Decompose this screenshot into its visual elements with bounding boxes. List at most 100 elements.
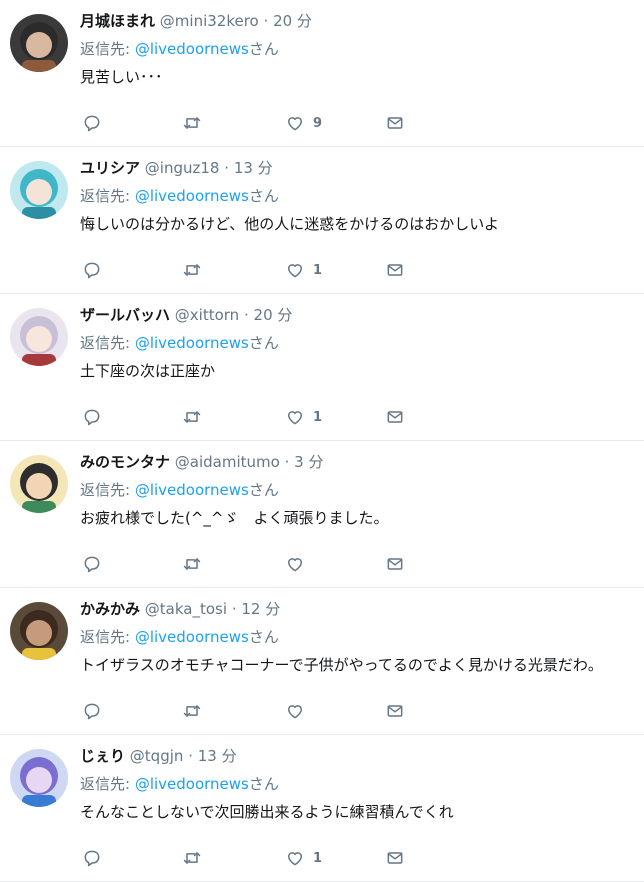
user-handle[interactable]: @tqgjn xyxy=(130,747,184,765)
display-name[interactable]: ユリシア xyxy=(80,159,140,177)
timestamp[interactable]: 20 分 xyxy=(254,306,293,324)
direct-message-button[interactable] xyxy=(385,553,405,575)
display-name[interactable]: じぇり xyxy=(80,747,125,765)
tweet-header: かみかみ @taka_tosi · 12 分 xyxy=(80,598,636,620)
display-name[interactable]: かみかみ xyxy=(80,600,140,618)
avatar[interactable] xyxy=(10,749,68,807)
tweet[interactable]: 月城ほまれ @mini32kero · 20 分 返信先: @livedoorn… xyxy=(0,0,644,147)
reply-handle-link[interactable]: @livedoornews xyxy=(135,187,249,205)
reply-icon xyxy=(84,850,100,867)
tweet[interactable]: みのモンタナ @aidamitumo · 3 分 返信先: @livedoorn… xyxy=(0,441,644,588)
reply-button[interactable] xyxy=(82,406,102,428)
tweet-header: みのモンタナ @aidamitumo · 3 分 xyxy=(80,451,636,473)
reply-button[interactable] xyxy=(82,259,102,281)
display-name[interactable]: ザールバッハ xyxy=(80,306,170,324)
direct-message-button[interactable] xyxy=(385,259,405,281)
retweet-button[interactable] xyxy=(182,112,202,134)
reply-prefix: 返信先: xyxy=(80,775,135,793)
reply-button[interactable] xyxy=(82,112,102,134)
reply-button[interactable] xyxy=(82,553,102,575)
display-name[interactable]: みのモンタナ xyxy=(80,453,170,471)
like-button[interactable]: 9 xyxy=(285,112,322,134)
tweet-text: 見苦しい･･･ xyxy=(80,68,163,86)
reply-context: 返信先: @livedoornewsさん xyxy=(80,38,636,60)
user-handle[interactable]: @inguz18 xyxy=(145,159,220,177)
tweet-actions: 1 xyxy=(80,406,440,428)
reply-suffix: さん xyxy=(248,187,279,205)
tweet-actions: 1 xyxy=(80,847,440,869)
reply-handle-link[interactable]: @livedoornews xyxy=(135,481,249,499)
tweet[interactable]: じぇり @tqgjn · 13 分 返信先: @livedoornewsさん そ… xyxy=(0,735,644,882)
retweet-button[interactable] xyxy=(182,847,202,869)
like-button[interactable]: 1 xyxy=(285,406,322,428)
tweet-text: 悔しいのは分かるけど、他の人に迷惑をかけるのはおかしいよ xyxy=(80,215,499,233)
avatar[interactable] xyxy=(10,602,68,660)
reply-handle-link[interactable]: @livedoornews xyxy=(135,40,249,58)
tweet-actions xyxy=(80,553,440,575)
tweet[interactable]: かみかみ @taka_tosi · 12 分 返信先: @livedoornew… xyxy=(0,588,644,735)
direct-message-button[interactable] xyxy=(385,112,405,134)
display-name[interactable]: 月城ほまれ xyxy=(80,12,155,30)
timestamp[interactable]: 12 分 xyxy=(241,600,280,618)
tweet-content: かみかみ @taka_tosi · 12 分 返信先: @livedoornew… xyxy=(80,598,636,676)
like-button[interactable] xyxy=(285,553,313,575)
avatar[interactable] xyxy=(10,14,68,72)
like-count: 1 xyxy=(313,409,323,425)
reply-icon xyxy=(84,115,100,132)
like-button[interactable] xyxy=(285,700,313,722)
retweet-button[interactable] xyxy=(182,406,202,428)
reply-handle-link[interactable]: @livedoornews xyxy=(135,628,249,646)
like-icon xyxy=(288,705,302,719)
avatar-image xyxy=(10,602,68,660)
retweet-icon xyxy=(183,117,201,129)
tweet[interactable]: ザールバッハ @xittorn · 20 分 返信先: @livedoornew… xyxy=(0,294,644,441)
user-handle[interactable]: @taka_tosi xyxy=(145,600,227,618)
direct-message-button[interactable] xyxy=(385,406,405,428)
timestamp[interactable]: 20 分 xyxy=(273,12,312,30)
direct-message-button[interactable] xyxy=(385,847,405,869)
like-icon xyxy=(288,411,302,425)
reply-suffix: さん xyxy=(248,775,279,793)
user-handle[interactable]: @xittorn xyxy=(175,306,239,324)
reply-icon xyxy=(84,703,100,720)
reply-context: 返信先: @livedoornewsさん xyxy=(80,479,636,501)
like-button[interactable]: 1 xyxy=(285,847,322,869)
separator-dot: · xyxy=(231,600,237,618)
tweet-header: ザールバッハ @xittorn · 20 分 xyxy=(80,304,636,326)
reply-handle-link[interactable]: @livedoornews xyxy=(135,775,249,793)
separator-dot: · xyxy=(188,747,193,765)
message-icon xyxy=(387,411,403,423)
like-button[interactable]: 1 xyxy=(285,259,322,281)
reply-context: 返信先: @livedoornewsさん xyxy=(80,332,636,354)
retweet-button[interactable] xyxy=(182,259,202,281)
avatar-image xyxy=(10,455,68,513)
like-icon xyxy=(288,558,302,572)
avatar[interactable] xyxy=(10,455,68,513)
separator-dot: · xyxy=(224,159,230,177)
timestamp[interactable]: 13 分 xyxy=(234,159,273,177)
reply-prefix: 返信先: xyxy=(80,334,135,352)
reply-suffix: さん xyxy=(248,628,279,646)
reply-context: 返信先: @livedoornewsさん xyxy=(80,773,636,795)
timestamp[interactable]: 13 分 xyxy=(198,747,237,765)
retweet-button[interactable] xyxy=(182,553,202,575)
reply-suffix: さん xyxy=(248,334,279,352)
direct-message-button[interactable] xyxy=(385,700,405,722)
reply-button[interactable] xyxy=(82,700,102,722)
user-handle[interactable]: @mini32kero xyxy=(160,12,259,30)
avatar-image xyxy=(10,161,68,219)
timestamp[interactable]: 3 分 xyxy=(294,453,323,471)
reply-prefix: 返信先: xyxy=(80,628,135,646)
user-handle[interactable]: @aidamitumo xyxy=(175,453,280,471)
avatar-image xyxy=(10,308,68,366)
reply-button[interactable] xyxy=(82,847,102,869)
avatar[interactable] xyxy=(10,308,68,366)
retweet-icon xyxy=(183,558,201,570)
tweet[interactable]: ユリシア @inguz18 · 13 分 返信先: @livedoornewsさ… xyxy=(0,147,644,294)
retweet-button[interactable] xyxy=(182,700,202,722)
reply-handle-link[interactable]: @livedoornews xyxy=(135,334,249,352)
tweet-actions: 1 xyxy=(80,259,440,281)
tweet-text: 土下座の次は正座か xyxy=(80,362,216,380)
avatar[interactable] xyxy=(10,161,68,219)
like-count: 9 xyxy=(313,115,323,131)
